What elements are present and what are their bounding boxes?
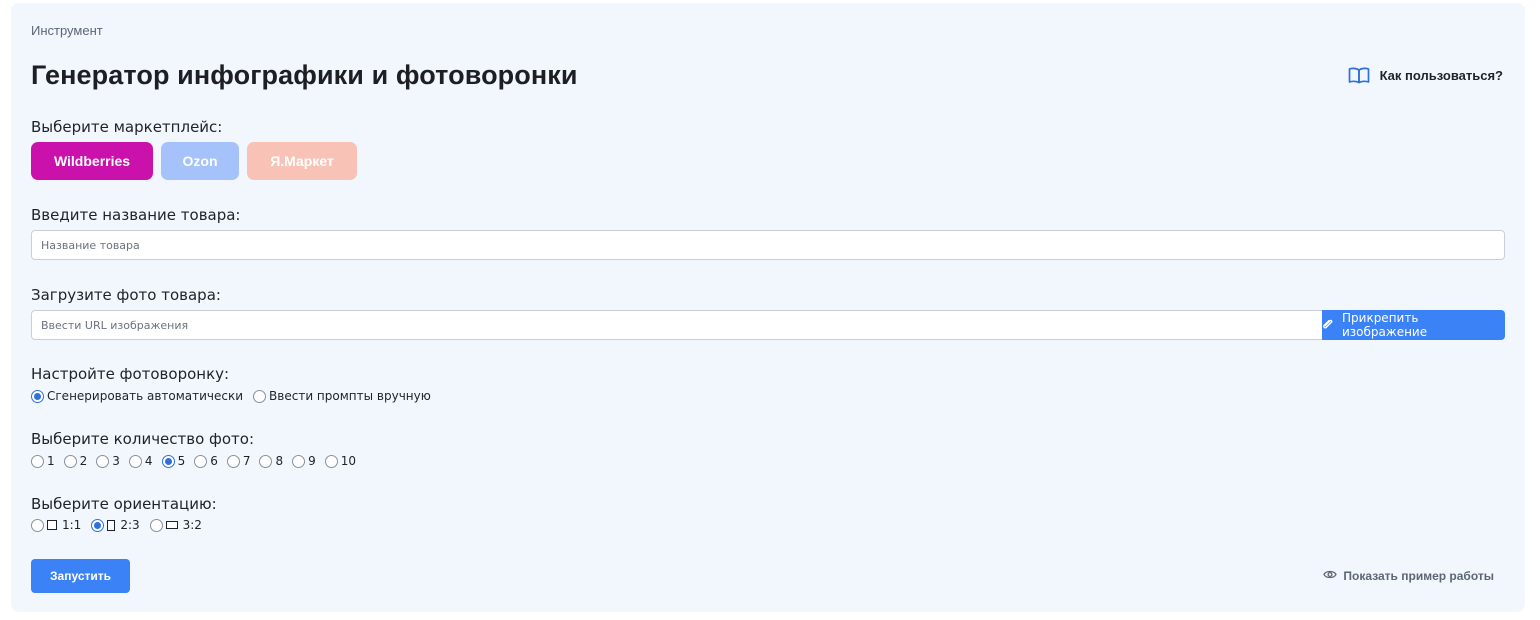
help-link[interactable]: Как пользоваться? [1348, 67, 1503, 84]
count-label: 3 [112, 454, 120, 468]
count-label: 6 [210, 454, 218, 468]
orientation-label: Выберите ориентацию: [31, 495, 217, 513]
orientation-option-landscape[interactable]: 3:2 [149, 518, 202, 532]
show-example-link[interactable]: Показать пример работы [1323, 569, 1494, 583]
funnel-label: Настройте фотоворонку: [31, 365, 230, 383]
photo-count-option-5[interactable]: 5 [161, 454, 186, 468]
product-photo-label: Загрузите фото товара: [31, 286, 221, 304]
photo-count-options: 1 2 3 4 5 6 7 8 9 10 [31, 454, 365, 468]
orientation-option-portrait[interactable]: 2:3 [91, 518, 140, 532]
funnel-option-auto[interactable]: Сгенерировать автоматически [31, 389, 243, 403]
book-icon [1348, 67, 1370, 84]
marketplace-label: Выберите маркетплейс: [31, 118, 223, 136]
radio-count-1[interactable] [31, 454, 44, 468]
product-name-label: Введите название товара: [31, 206, 241, 224]
radio-count-7[interactable] [226, 454, 240, 468]
radio-count-9[interactable] [292, 454, 306, 468]
image-url-input[interactable] [31, 310, 1323, 340]
run-button[interactable]: Запустить [31, 559, 130, 593]
radio-count-5[interactable] [161, 454, 175, 468]
funnel-option-manual-label: Ввести промпты вручную [269, 389, 431, 403]
photo-count-option-3[interactable]: 3 [96, 454, 120, 468]
orientation-options: 1:1 2:3 3:2 [31, 518, 212, 532]
radio-orientation-3-2[interactable] [149, 518, 163, 532]
breadcrumb: Инструмент [31, 23, 103, 38]
radio-orientation-1-1[interactable] [31, 518, 44, 532]
marketplace-ozon-button[interactable]: Ozon [161, 142, 239, 180]
count-label: 8 [275, 454, 284, 468]
photo-count-option-1[interactable]: 1 [31, 454, 55, 468]
funnel-option-manual[interactable]: Ввести промпты вручную [253, 389, 431, 403]
orientation-option-square[interactable]: 1:1 [31, 518, 81, 532]
funnel-options: Сгенерировать автоматически Ввести промп… [31, 389, 441, 403]
marketplace-wildberries-button[interactable]: Wildberries [31, 142, 153, 180]
square-icon [47, 520, 57, 530]
photo-count-option-4[interactable]: 4 [128, 454, 153, 468]
count-label: 7 [242, 454, 251, 468]
orientation-label-3-2: 3:2 [182, 518, 202, 532]
orientation-label-2-3: 2:3 [120, 518, 140, 532]
radio-orientation-2-3[interactable] [91, 518, 105, 532]
landscape-icon [165, 521, 178, 529]
product-name-input[interactable] [31, 230, 1505, 260]
portrait-icon [107, 519, 116, 531]
radio-count-3[interactable] [96, 454, 110, 468]
count-label: 1 [47, 454, 55, 468]
count-label: 2 [79, 454, 88, 468]
radio-auto[interactable] [31, 389, 44, 403]
count-label: 9 [308, 454, 316, 468]
count-label: 5 [177, 454, 186, 468]
photo-count-option-8[interactable]: 8 [259, 454, 283, 468]
page-title: Генератор инфографики и фотоворонки [31, 60, 578, 90]
photo-count-label: Выберите количество фото: [31, 430, 255, 448]
show-example-label: Показать пример работы [1343, 569, 1494, 583]
radio-count-6[interactable] [194, 454, 208, 468]
photo-count-option-2[interactable]: 2 [63, 454, 88, 468]
help-link-label: Как пользоваться? [1379, 68, 1503, 83]
eye-icon [1323, 569, 1338, 583]
radio-count-8[interactable] [259, 454, 273, 468]
tool-card: Инструмент Генератор инфографики и фотов… [11, 3, 1525, 612]
count-label: 10 [340, 454, 357, 468]
radio-count-10[interactable] [324, 454, 338, 468]
photo-count-option-6[interactable]: 6 [194, 454, 218, 468]
funnel-option-auto-label: Сгенерировать автоматически [47, 389, 244, 403]
count-label: 4 [144, 454, 153, 468]
photo-count-option-10[interactable]: 10 [324, 454, 357, 468]
attach-image-label: Прикрепить изображение [1342, 311, 1428, 339]
photo-count-option-7[interactable]: 7 [226, 454, 251, 468]
attach-image-button[interactable]: Прикрепить изображение [1322, 310, 1505, 340]
paperclip-icon [1322, 318, 1334, 333]
radio-count-4[interactable] [128, 454, 142, 468]
orientation-label-1-1: 1:1 [62, 518, 82, 532]
radio-manual[interactable] [253, 389, 267, 403]
marketplace-yandex-market-button[interactable]: Я.Маркет [247, 142, 357, 180]
radio-count-2[interactable] [63, 454, 77, 468]
photo-count-option-9[interactable]: 9 [292, 454, 316, 468]
